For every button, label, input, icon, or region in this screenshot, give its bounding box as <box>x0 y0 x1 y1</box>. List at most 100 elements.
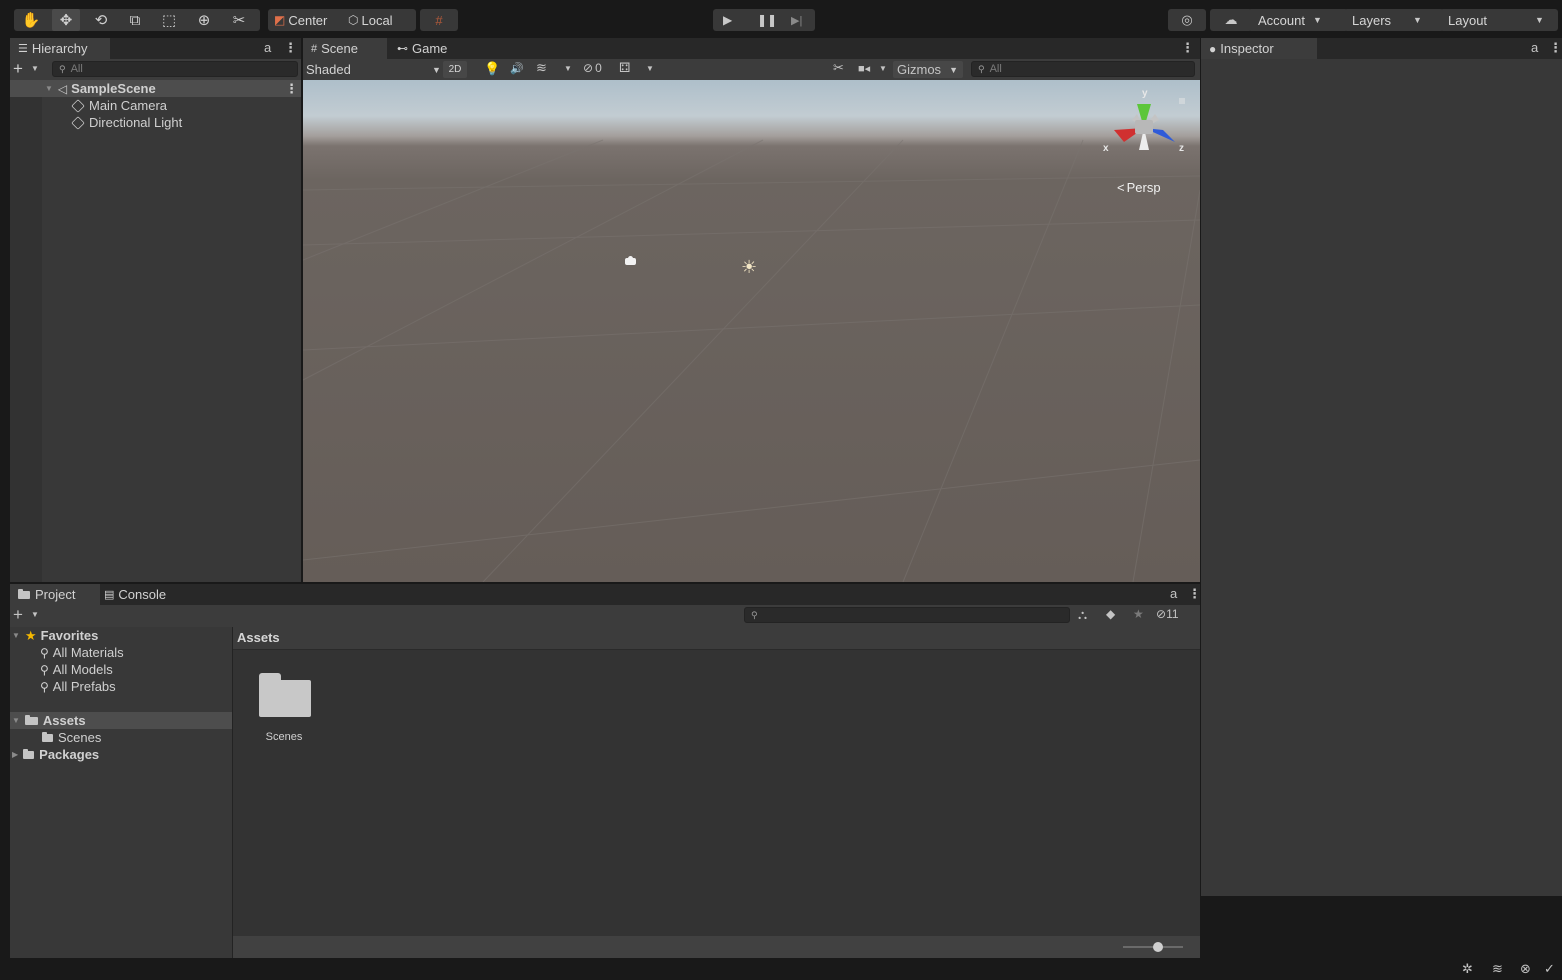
perspective-icon: < <box>1117 180 1125 195</box>
chevron-down-icon[interactable]: ▼ <box>646 64 654 73</box>
play-icon[interactable]: ▶ <box>723 13 732 27</box>
debug-icon[interactable]: ✲ <box>1462 961 1473 977</box>
expand-triangle-icon[interactable]: ▼ <box>12 716 20 725</box>
asset-tile[interactable]: Scenes <box>257 671 311 743</box>
scene-viewport[interactable]: ☀ y x z < Persp <box>303 80 1200 582</box>
scene-row[interactable]: ▼ ◁ SampleScene ⋮ <box>10 80 301 97</box>
account-dropdown[interactable]: Account ▼ <box>1248 9 1348 31</box>
transform-icon[interactable]: ⊕ <box>191 9 217 31</box>
chevron-down-icon: ▼ <box>432 64 441 75</box>
step-icon[interactable]: ▶| <box>791 14 802 27</box>
kebab-menu-icon[interactable]: ⋮ <box>1181 40 1194 56</box>
kebab-menu-icon[interactable]: ⋮ <box>1549 40 1562 56</box>
pivot-mode-button[interactable]: ◩ Center <box>268 9 350 31</box>
create-plus-icon[interactable]: + <box>13 59 23 79</box>
scale-icon[interactable]: ⧉ <box>122 9 148 31</box>
lock-icon[interactable]: a <box>1531 40 1538 55</box>
hidden-packages-toggle[interactable]: ⊘ 11 <box>1156 607 1179 621</box>
progress-icon[interactable]: ≋ <box>1492 961 1503 977</box>
kebab-menu-icon[interactable]: ⋮ <box>285 81 298 97</box>
layout-dropdown[interactable]: Layout ▼ <box>1440 9 1558 31</box>
tab-hierarchy[interactable]: ☰ Hierarchy <box>10 38 110 59</box>
lock-icon[interactable]: a <box>264 40 271 55</box>
tab-scene[interactable]: # Scene <box>303 38 387 59</box>
status-bar: ✲ ≋ ⊗ ✓ <box>0 958 1562 980</box>
pivot-icon: ◩ <box>274 13 286 27</box>
tab-project[interactable]: Project <box>10 584 100 605</box>
lighting-toggle-icon[interactable]: 💡 <box>484 61 500 77</box>
orientation-gizmo[interactable] <box>1099 90 1189 170</box>
tab-game[interactable]: ⊷ Game <box>389 38 465 59</box>
chevron-down-icon[interactable]: ▼ <box>31 610 39 619</box>
effects-toggle-icon[interactable]: ≋ <box>536 60 547 76</box>
camera-gizmo-icon[interactable] <box>625 256 639 266</box>
hierarchy-list-icon: ☰ <box>18 43 28 55</box>
console-icon: ▤ <box>104 589 115 601</box>
folder-icon <box>18 588 30 599</box>
pivot-space-button[interactable]: ⬡ Local <box>342 9 416 31</box>
favorites-node[interactable]: ▼ ★ Favorites <box>12 627 98 644</box>
layers-dropdown[interactable]: Layers ▼ <box>1344 9 1444 31</box>
audio-toggle-icon[interactable]: 🔊 <box>510 62 524 75</box>
rotate-icon[interactable]: ⟲ <box>88 9 114 31</box>
hand-icon[interactable]: ✋ <box>18 9 44 31</box>
account-label: Account <box>1258 12 1305 28</box>
hierarchy-item[interactable]: Directional Light <box>71 114 183 131</box>
project-search-input[interactable]: ⚲ <box>744 607 1070 623</box>
hierarchy-item-label: Directional Light <box>89 115 183 130</box>
hierarchy-search-placeholder: All <box>70 63 83 75</box>
tools-icon[interactable]: ✂ <box>833 60 844 76</box>
projection-toggle[interactable]: < Persp <box>1117 180 1161 195</box>
search-icon: ⚲ <box>751 609 758 620</box>
tab-inspector[interactable]: ● Inspector <box>1201 38 1317 59</box>
status-ok-icon[interactable]: ✓ <box>1544 961 1555 977</box>
camera-icon[interactable]: ■◂ <box>858 62 870 75</box>
directional-light-gizmo-icon[interactable]: ☀ <box>741 258 757 276</box>
scene-visibility-toggle[interactable]: ⊘ 0 <box>583 61 602 75</box>
hierarchy-search-input[interactable]: ⚲ All <box>52 61 298 77</box>
tab-console[interactable]: ▤ Console <box>96 584 188 605</box>
favorites-item[interactable]: ⚲ All Prefabs <box>40 678 116 695</box>
assets-node[interactable]: ▼ Assets <box>10 712 232 729</box>
search-by-label-icon[interactable]: ◆ <box>1106 607 1115 621</box>
packages-node[interactable]: ▶ Packages <box>12 746 99 763</box>
zoom-slider-handle[interactable] <box>1153 942 1163 952</box>
lock-icon[interactable]: a <box>1170 586 1177 601</box>
favorites-item[interactable]: ⚲ All Models <box>40 661 113 678</box>
packages-label: Packages <box>39 747 100 762</box>
search-by-type-icon[interactable]: ⛬ <box>1078 607 1087 623</box>
favorite-star-icon[interactable]: ★ <box>1133 607 1144 621</box>
create-plus-icon[interactable]: + <box>13 605 23 625</box>
chevron-down-icon[interactable]: ▼ <box>31 64 39 73</box>
rect-icon[interactable]: ⬚ <box>156 9 182 31</box>
chevron-down-icon[interactable]: ▼ <box>564 64 572 73</box>
cache-server-icon[interactable]: ⊗ <box>1520 961 1531 977</box>
move-icon[interactable]: ✥ <box>52 9 80 31</box>
expand-triangle-icon[interactable]: ▼ <box>12 631 20 640</box>
gamepad-icon: ⊷ <box>397 43 408 55</box>
kebab-menu-icon[interactable]: ⋮ <box>284 40 297 56</box>
pause-icon[interactable]: ❚❚ <box>757 13 777 27</box>
hierarchy-item[interactable]: Main Camera <box>71 97 167 114</box>
camera-settings-icon[interactable]: ⚃ <box>619 60 630 76</box>
assets-child[interactable]: Scenes <box>42 729 101 746</box>
scene-search-input[interactable]: ⚲ All <box>971 61 1195 77</box>
gizmos-dropdown[interactable]: Gizmos ▼ <box>893 61 963 78</box>
2d-toggle-button[interactable]: 2D <box>443 61 467 78</box>
2d-label: 2D <box>448 64 462 75</box>
kebab-menu-icon[interactable]: ⋮ <box>1188 586 1201 602</box>
breadcrumb-assets[interactable]: Assets <box>237 630 280 645</box>
favorites-item[interactable]: ⚲ All Materials <box>40 644 124 661</box>
cloud-collab-button[interactable]: ◎ <box>1168 9 1206 31</box>
cloud-button[interactable]: ☁ <box>1210 9 1252 31</box>
custom-tool-icon[interactable]: ✂ <box>226 9 252 31</box>
collapse-triangle-icon[interactable]: ▶ <box>12 750 18 759</box>
expand-triangle-icon[interactable]: ▼ <box>45 84 53 93</box>
draw-mode-dropdown[interactable]: Shaded ▼ <box>306 61 441 78</box>
chevron-down-icon[interactable]: ▼ <box>879 64 887 73</box>
folder-icon <box>42 731 53 742</box>
local-space-icon: ⬡ <box>348 13 359 27</box>
scene-grid <box>303 139 1200 582</box>
chevron-down-icon: ▼ <box>1312 15 1322 25</box>
grid-snap-button[interactable]: # <box>420 9 458 31</box>
